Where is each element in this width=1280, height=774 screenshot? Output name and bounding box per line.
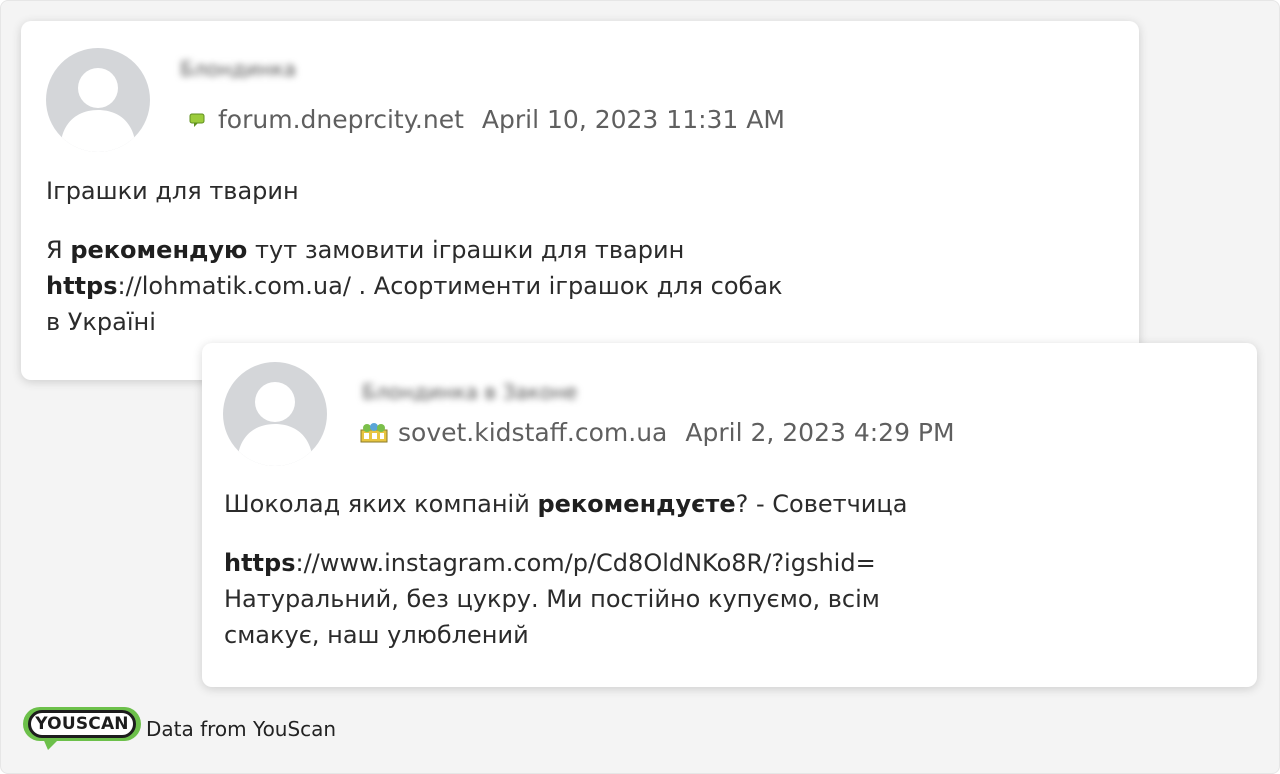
footer-caption: Data from YouScan (146, 717, 337, 741)
post-meta: forum.dneprcity.net April 10, 2023 11:31… (188, 105, 785, 134)
post-meta: sovet.kidstaff.com.ua April 2, 2023 4:29… (360, 418, 955, 447)
text-span: ://lohmatik.com.ua/ . Асортименти іграшо… (117, 272, 783, 300)
footer: YOUSCAN Data from YouScan (22, 706, 336, 752)
post-body: https://www.instagram.com/p/Cd8OldNKo8R/… (224, 545, 880, 653)
text-span: Я (46, 236, 71, 264)
post-date: April 10, 2023 11:31 AM (481, 105, 785, 134)
text-span: тут замовити іграшки для тварин (247, 236, 685, 264)
keyword-highlight: https (224, 549, 296, 577)
keyword-highlight: https (46, 272, 118, 300)
avatar (46, 48, 150, 152)
keyword-highlight: рекомендуєте (537, 490, 736, 518)
post-title[interactable]: Іграшки для тварин (46, 177, 299, 205)
post-body-line: в Україні (46, 308, 156, 336)
author-name[interactable]: Блондинка в Законе (362, 380, 577, 404)
post-title[interactable]: Шоколад яких компаній рекомендуєте? - Со… (224, 490, 907, 518)
youscan-logo: YOUSCAN (22, 706, 142, 752)
keyword-highlight: рекомендую (70, 236, 248, 264)
post-body-line: смакує, наш улюблений (224, 621, 529, 649)
mention-card-1[interactable]: Блондинка forum.dneprcity.net April 10, … (21, 21, 1139, 380)
text-span: ://www.instagram.com/p/Cd8OldNKo8R/?igsh… (295, 549, 876, 577)
text-span: Шоколад яких компаній (224, 490, 538, 518)
text-span: ? - Советчица (735, 490, 908, 518)
kidstaff-site-icon (360, 422, 388, 444)
source-link[interactable]: forum.dneprcity.net (218, 105, 464, 134)
avatar (223, 362, 327, 466)
post-body-line: Натуральний, без цукру. Ми постійно купу… (224, 585, 880, 613)
user-silhouette-icon (60, 68, 136, 152)
author-name[interactable]: Блондинка (180, 57, 296, 81)
source-link[interactable]: sovet.kidstaff.com.ua (398, 418, 667, 447)
post-date: April 2, 2023 4:29 PM (685, 418, 955, 447)
mention-card-2[interactable]: Блондинка в Законе sovet.kidstaff.com.ua… (202, 343, 1257, 687)
user-silhouette-icon (237, 382, 313, 466)
post-body-line: Я рекомендую тут замовити іграшки для тв… (46, 232, 783, 268)
post-body-line: https://www.instagram.com/p/Cd8OldNKo8R/… (224, 545, 880, 581)
post-body: Я рекомендую тут замовити іграшки для тв… (46, 232, 783, 340)
logo-text: YOUSCAN (28, 710, 136, 738)
post-body-line: https://lohmatik.com.ua/ . Асортименти і… (46, 268, 783, 304)
forum-speech-icon (188, 111, 206, 129)
